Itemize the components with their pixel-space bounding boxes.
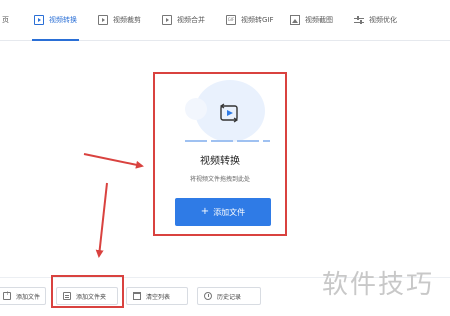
add-file-button-label: 添加文件 — [213, 207, 246, 217]
screenshot-icon — [290, 15, 300, 25]
upload-illustration — [185, 80, 270, 142]
tab-home-label: 页 — [2, 16, 9, 24]
convert-video-icon — [219, 103, 239, 123]
tab-video-merge-label: 视频合并 — [177, 16, 205, 24]
gif-icon: GIF — [226, 15, 236, 25]
video-crop-icon — [98, 15, 108, 25]
tab-video-merge[interactable]: 视频合并 — [162, 0, 205, 40]
video-convert-icon — [34, 15, 44, 25]
add-file-toolbar-button[interactable]: 添加文件 — [0, 287, 46, 305]
plus-icon: + — [200, 206, 210, 217]
tab-home[interactable]: 页 — [2, 0, 9, 40]
tab-bar: 页 视频转换 视频裁剪 视频合并 GIF 视频转GIF 视频截图 视频优化 — [0, 0, 450, 41]
upload-hint: 将视频文件拖拽到此处 — [189, 176, 250, 183]
arrow-to-upload — [83, 153, 144, 169]
tab-video-convert[interactable]: 视频转换 — [32, 0, 79, 41]
history-icon — [204, 292, 212, 300]
clear-list-label: 清空列表 — [146, 293, 171, 301]
illustration-lines — [185, 140, 270, 142]
tab-video-to-gif[interactable]: GIF 视频转GIF — [226, 0, 274, 40]
video-merge-icon — [162, 15, 172, 25]
clear-list-button[interactable]: 清空列表 — [126, 287, 188, 305]
history-button[interactable]: 历史记录 — [197, 287, 261, 305]
folder-button-highlight — [51, 275, 124, 308]
illustration-blob-small — [185, 98, 207, 120]
tab-video-crop[interactable]: 视频裁剪 — [98, 0, 141, 40]
add-file-button[interactable]: + 添加文件 — [175, 198, 271, 226]
optimize-icon — [354, 15, 364, 25]
tab-video-crop-label: 视频裁剪 — [113, 16, 141, 24]
tab-video-screenshot-label: 视频截图 — [305, 16, 333, 24]
add-file-icon — [3, 290, 11, 300]
tab-video-convert-label: 视频转换 — [49, 16, 77, 24]
tab-video-optimize-label: 视频优化 — [369, 16, 397, 24]
upload-drop-zone[interactable]: 视频转换 将视频文件拖拽到此处 + 添加文件 — [153, 72, 287, 236]
tab-video-screenshot[interactable]: 视频截图 — [290, 0, 333, 40]
watermark: 软件技巧 — [322, 270, 435, 300]
tab-video-optimize[interactable]: 视频优化 — [354, 0, 397, 40]
add-file-toolbar-label: 添加文件 — [16, 293, 41, 301]
trash-icon — [133, 292, 141, 300]
history-label: 历史记录 — [217, 293, 242, 301]
tab-video-to-gif-label: 视频转GIF — [241, 16, 274, 24]
upload-title: 视频转换 — [200, 156, 240, 167]
arrow-to-folder — [95, 182, 108, 258]
